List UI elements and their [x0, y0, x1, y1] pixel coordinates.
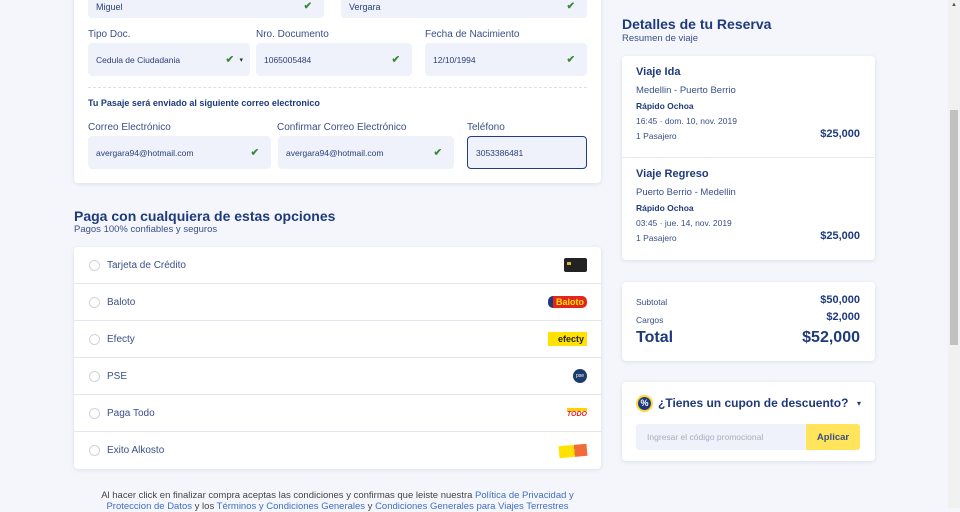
- passenger-form-card: Miguel ✔ Vergara ✔ Tipo Doc. Cedula de Ciu…: [74, 0, 601, 183]
- travel-conditions-link[interactable]: Condiciones Generales para Viajes Terres…: [375, 501, 568, 512]
- email-notice: Tu Pasaje será enviado al siguiente corr…: [88, 98, 320, 108]
- trip-company: Rápido Ochoa: [636, 101, 694, 111]
- coupon-toggle[interactable]: % ¿Tienes un cupon de descuento? ▾: [636, 394, 861, 412]
- doc-type-select[interactable]: Cedula de Ciudadania ✔ ▾: [88, 43, 250, 76]
- credit-card-icon: [564, 258, 587, 272]
- trip-return: Viaje Regreso Puerto Berrio - Medellin R…: [622, 158, 875, 260]
- trip-datetime: 03:45 · jue. 14, nov. 2019: [636, 218, 732, 228]
- chevron-down-icon: ▾: [856, 398, 861, 408]
- baloto-logo: Baloto: [548, 296, 587, 308]
- radio-button[interactable]: [89, 407, 100, 419]
- apply-coupon-button[interactable]: Aplicar: [806, 424, 860, 450]
- first-name-input[interactable]: Miguel ✔: [88, 0, 324, 18]
- payment-option-exito-alkosto[interactable]: Exito Alkosto: [74, 432, 601, 469]
- check-icon: ✔: [225, 54, 234, 65]
- birth-date-label: Fecha de Nacimiento: [425, 29, 520, 40]
- check-icon: ✔: [250, 147, 259, 158]
- check-icon: ✔: [391, 54, 400, 65]
- charges-value: $2,000: [826, 311, 860, 323]
- trip-route: Medellin - Puerto Berrio: [636, 85, 736, 96]
- check-icon: ✔: [433, 147, 442, 158]
- subtotal-label: Subtotal: [636, 297, 668, 307]
- radio-button[interactable]: [89, 296, 100, 308]
- subtotal-value: $50,000: [820, 294, 860, 306]
- payment-option-baloto[interactable]: Baloto Baloto: [74, 284, 601, 321]
- coupon-card: % ¿Tienes un cupon de descuento? ▾ Ingre…: [622, 382, 875, 461]
- totals-card: Subtotal $50,000 Cargos $2,000 Total $52…: [622, 282, 875, 361]
- radio-button[interactable]: [89, 333, 100, 345]
- charges-label: Cargos: [636, 315, 664, 325]
- email-input[interactable]: avergara94@hotmail.com ✔: [88, 136, 271, 169]
- trip-title: Viaje Regreso: [636, 168, 709, 180]
- coupon-title: ¿Tienes un cupon de descuento?: [658, 396, 849, 410]
- terms-link[interactable]: Términos y Condiciones Generales: [217, 501, 365, 512]
- radio-button[interactable]: [89, 370, 100, 382]
- trip-price: $25,000: [820, 128, 860, 140]
- summary-title: Detalles de tu Reserva: [622, 16, 772, 32]
- total-value: $52,000: [802, 329, 860, 346]
- email-label: Correo Electrónico: [88, 122, 171, 133]
- check-icon: ✔: [566, 1, 575, 12]
- trip-company: Rápido Ochoa: [636, 203, 694, 213]
- doc-type-label: Tipo Doc.: [88, 29, 131, 40]
- terms-notice: Al hacer click en finalizar compra acept…: [101, 490, 574, 512]
- trip-passengers: 1 Pasajero: [636, 233, 677, 243]
- confirm-email-label: Confirmar Correo Electrónico: [277, 122, 407, 133]
- trips-card: Viaje Ida Medellin - Puerto Berrio Rápid…: [622, 56, 875, 260]
- check-icon: ✔: [566, 54, 575, 65]
- confirm-email-input[interactable]: avergara94@hotmail.com ✔: [278, 136, 454, 169]
- scrollbar[interactable]: ▲: [948, 0, 960, 508]
- trip-outbound: Viaje Ida Medellin - Puerto Berrio Rápid…: [622, 56, 875, 158]
- scroll-up-icon[interactable]: ▲: [951, 2, 957, 8]
- efecty-logo: efecty: [547, 332, 587, 346]
- last-name-input[interactable]: Vergara ✔: [341, 0, 587, 18]
- dropdown-caret-icon: ▾: [239, 56, 243, 64]
- summary-subtitle: Resumen de viaje: [622, 33, 699, 44]
- radio-button[interactable]: [89, 259, 100, 271]
- trip-title: Viaje Ida: [636, 66, 681, 78]
- exito-alkosto-logo: [558, 443, 588, 458]
- birth-date-input[interactable]: 12/10/1994 ✔: [425, 43, 587, 76]
- pagatodo-logo: TODO: [566, 408, 587, 418]
- trip-passengers: 1 Pasajero: [636, 131, 677, 141]
- payment-subtitle: Pagos 100% confiables y seguros: [74, 224, 218, 235]
- payment-title: Paga con cualquiera de estas opciones: [74, 208, 336, 224]
- doc-number-input[interactable]: 1065005484 ✔: [256, 43, 412, 76]
- total-label: Total: [636, 329, 674, 346]
- radio-button[interactable]: [89, 445, 100, 456]
- check-icon: ✔: [303, 1, 312, 12]
- divider: [88, 87, 587, 88]
- coupon-input[interactable]: Ingresar el código promocional: [636, 424, 806, 450]
- phone-input[interactable]: 3053386481: [467, 136, 587, 169]
- payment-option-credit-card[interactable]: Tarjeta de Crédito: [74, 247, 601, 284]
- phone-label: Teléfono: [467, 122, 505, 133]
- scrollbar-thumb[interactable]: [950, 110, 958, 345]
- pse-logo: pse: [573, 369, 587, 383]
- trip-datetime: 16:45 · dom. 10, nov. 2019: [636, 116, 737, 126]
- payment-option-pagatodo[interactable]: Paga Todo TODO: [74, 395, 601, 432]
- payment-option-pse[interactable]: PSE pse: [74, 358, 601, 395]
- discount-badge-icon: %: [636, 394, 653, 412]
- payment-option-efecty[interactable]: Efecty efecty: [74, 321, 601, 358]
- payment-options-list: Tarjeta de Crédito Baloto Baloto Efecty …: [74, 247, 601, 469]
- trip-route: Puerto Berrio - Medellin: [636, 187, 736, 198]
- doc-number-label: Nro. Documento: [256, 29, 329, 40]
- trip-price: $25,000: [820, 230, 860, 242]
